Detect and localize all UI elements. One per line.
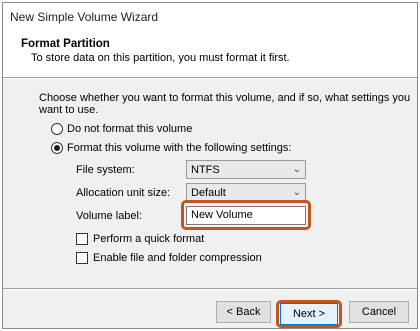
radio-no-format-label: Do not format this volume — [67, 123, 193, 135]
wizard-window: New Simple Volume Wizard Format Partitio… — [2, 2, 418, 329]
window-title: New Simple Volume Wizard — [10, 10, 159, 24]
allocation-unit-value: Default — [191, 186, 226, 199]
allocation-unit-label: Allocation unit size: — [76, 187, 171, 199]
back-button[interactable]: < Back — [216, 301, 271, 323]
wizard-header: Format Partition To store data on this p… — [3, 30, 417, 77]
quick-format-label: Perform a quick format — [93, 233, 205, 245]
volume-label-highlight — [181, 200, 311, 230]
title-bar: New Simple Volume Wizard — [3, 3, 417, 30]
page-title: Format Partition — [21, 38, 110, 50]
cancel-button[interactable]: Cancel — [349, 301, 409, 323]
file-system-label: File system: — [76, 164, 135, 176]
compression-checkbox[interactable]: Enable file and folder compression — [76, 252, 262, 264]
chevron-down-icon: ⌄ — [292, 187, 301, 198]
quick-format-checkbox-box[interactable] — [76, 233, 88, 245]
page-subtitle: To store data on this partition, you mus… — [31, 52, 290, 64]
compression-label: Enable file and folder compression — [93, 252, 262, 264]
file-system-select[interactable]: NTFS ⌄ — [186, 160, 306, 179]
volume-label-label: Volume label: — [76, 210, 143, 222]
radio-format[interactable]: Format this volume with the following se… — [51, 142, 291, 154]
file-system-value: NTFS — [191, 163, 220, 176]
chevron-down-icon: ⌄ — [292, 164, 301, 175]
next-button-highlight — [276, 300, 342, 328]
radio-no-format-control[interactable] — [51, 123, 63, 135]
compression-checkbox-box[interactable] — [76, 252, 88, 264]
radio-format-control[interactable] — [51, 142, 63, 154]
radio-format-label: Format this volume with the following se… — [67, 142, 292, 154]
radio-no-format[interactable]: Do not format this volume — [51, 123, 192, 135]
intro-text: Choose whether you want to format this v… — [39, 92, 411, 116]
quick-format-checkbox[interactable]: Perform a quick format — [76, 233, 204, 245]
